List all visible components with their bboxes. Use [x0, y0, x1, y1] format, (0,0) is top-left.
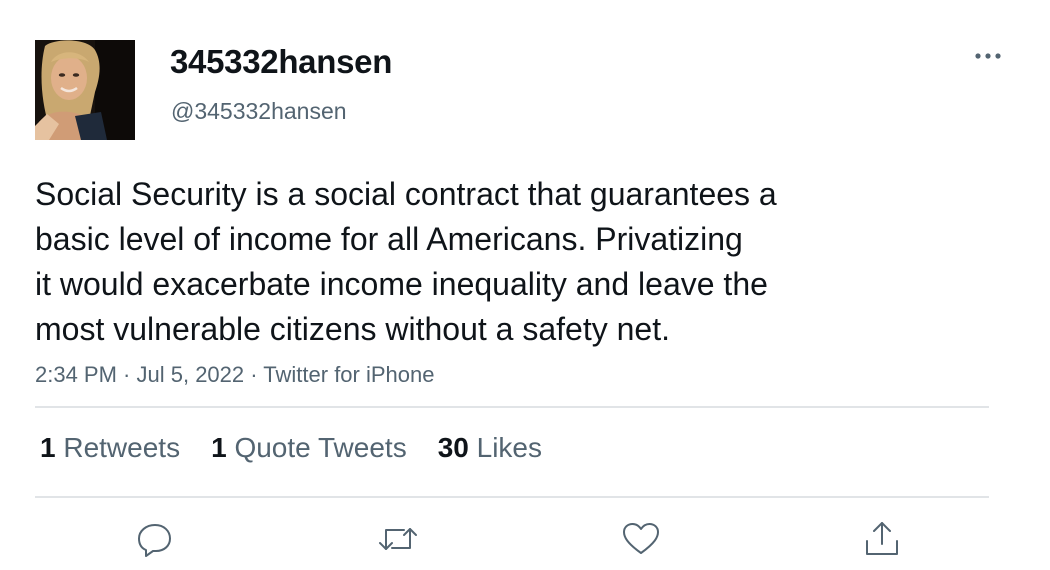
- retweets-count: 1: [40, 432, 56, 463]
- quote-tweets-label: Quote Tweets: [234, 432, 407, 463]
- retweets-label: Retweets: [63, 432, 181, 463]
- retweets-stat[interactable]: 1 Retweets: [40, 432, 180, 464]
- quote-tweets-count: 1: [211, 432, 227, 463]
- likes-stat[interactable]: 30 Likes: [438, 432, 542, 464]
- tweet-metadata: 2:34 PM · Jul 5, 2022 · Twitter for iPho…: [35, 362, 434, 388]
- like-button[interactable]: [617, 515, 665, 563]
- engagement-stats: 1 Retweets 1 Quote Tweets 30 Likes: [40, 432, 573, 464]
- more-dots-icon: [975, 53, 1001, 59]
- avatar[interactable]: [35, 40, 135, 140]
- tweet-time[interactable]: 2:34 PM: [35, 362, 117, 387]
- avatar-photo: [35, 40, 135, 140]
- more-options-button[interactable]: [968, 40, 1008, 72]
- display-name[interactable]: 345332hansen: [170, 43, 392, 81]
- user-handle[interactable]: @345332hansen: [171, 98, 347, 125]
- share-button[interactable]: [858, 515, 906, 563]
- tweet-card: 345332hansen @345332hansen Social Securi…: [0, 0, 1050, 570]
- reply-bubble-icon: [138, 524, 171, 557]
- meta-separator: ·: [244, 362, 264, 387]
- reply-button[interactable]: [131, 515, 179, 563]
- retweet-arrows-icon: [379, 528, 417, 550]
- meta-separator: ·: [116, 362, 137, 387]
- divider: [35, 496, 989, 498]
- tweet-source[interactable]: Twitter for iPhone: [263, 362, 434, 387]
- likes-label: Likes: [476, 432, 543, 463]
- divider: [35, 406, 989, 408]
- quote-tweets-stat[interactable]: 1 Quote Tweets: [211, 432, 407, 464]
- likes-count: 30: [437, 432, 469, 463]
- retweet-button[interactable]: [374, 515, 422, 563]
- action-bar: [0, 515, 1050, 565]
- tweet-text: Social Security is a social contract tha…: [35, 176, 777, 347]
- heart-icon: [623, 523, 659, 554]
- share-upload-icon: [866, 522, 898, 555]
- tweet-date[interactable]: Jul 5, 2022: [137, 362, 245, 387]
